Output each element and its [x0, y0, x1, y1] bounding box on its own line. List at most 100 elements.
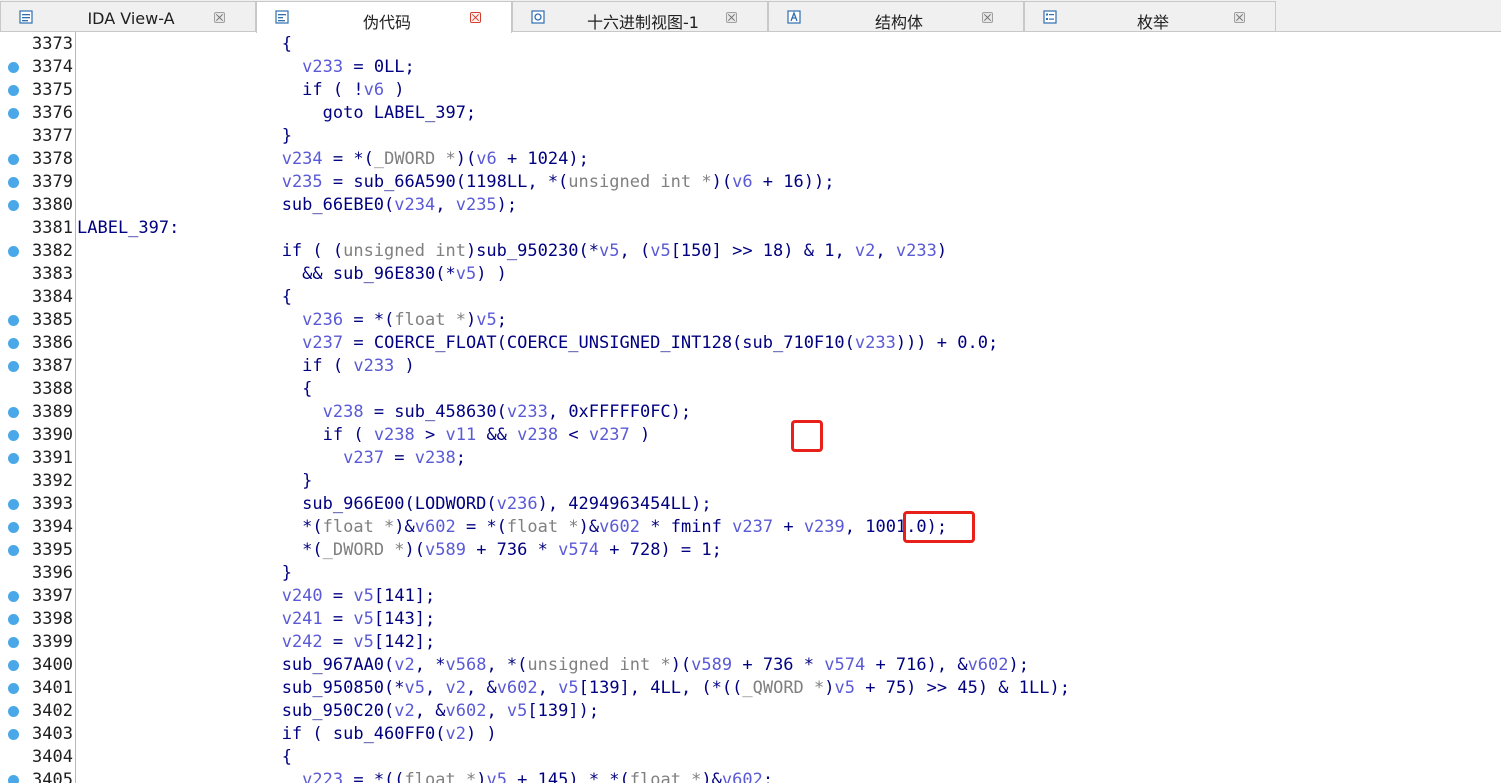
variable-token[interactable]: v237 [589, 425, 630, 445]
variable-token[interactable]: v602 [415, 517, 456, 537]
breakpoint-dot-icon[interactable] [8, 522, 19, 533]
variable-token[interactable]: v5 [558, 678, 578, 698]
code-line[interactable]: 3380 sub_66EBE0(v234, v235); [0, 194, 1501, 217]
code-line[interactable]: 3404 { [0, 746, 1501, 769]
tab-hex-view-1[interactable]: 十六进制视图-1 [512, 1, 768, 32]
variable-token[interactable]: v574 [558, 540, 599, 560]
variable-token[interactable]: v223 [302, 770, 343, 783]
code-line[interactable]: 3373 { [0, 33, 1501, 56]
code-line[interactable]: 3377 } [0, 125, 1501, 148]
breakpoint-dot-icon[interactable] [8, 154, 19, 165]
code-line[interactable]: 3403 if ( sub_460FF0(v2) ) [0, 723, 1501, 746]
breakpoint-dot-icon[interactable] [8, 591, 19, 602]
code-line[interactable]: 3397 v240 = v5[141]; [0, 585, 1501, 608]
variable-token[interactable]: v589 [691, 655, 732, 675]
variable-token[interactable]: v574 [824, 655, 865, 675]
code-line[interactable]: 3405 v223 = *((float *)v5 + 145) * *(flo… [0, 769, 1501, 783]
code-line[interactable]: 3398 v241 = v5[143]; [0, 608, 1501, 631]
variable-token[interactable]: v602 [968, 655, 1009, 675]
variable-token[interactable]: v238 [323, 402, 364, 422]
code-line[interactable]: 3376 goto LABEL_397; [0, 102, 1501, 125]
breakpoint-dot-icon[interactable] [8, 499, 19, 510]
code-line[interactable]: 3389 v238 = sub_458630(v233, 0xFFFFF0FC)… [0, 401, 1501, 424]
breakpoint-dot-icon[interactable] [8, 430, 19, 441]
code-line[interactable]: 3396 } [0, 562, 1501, 585]
code-line[interactable]: 3382 if ( (unsigned int)sub_950230(*v5, … [0, 240, 1501, 263]
breakpoint-dot-icon[interactable] [8, 729, 19, 740]
variable-token[interactable]: v233 [507, 402, 548, 422]
variable-token[interactable]: v233 [855, 333, 896, 353]
variable-token[interactable]: v239 [804, 517, 845, 537]
variable-token[interactable]: v602 [445, 701, 486, 721]
tab-ida-view-a[interactable]: IDA View-A [0, 1, 256, 31]
pseudocode-view[interactable]: 3373 {3374 v233 = 0LL; 3375 if ( !v6 ) 337… [0, 32, 1501, 783]
variable-token[interactable]: v233 [353, 356, 394, 376]
tab-structures[interactable]: 结构体 [768, 1, 1024, 32]
variable-token[interactable]: v602 [497, 678, 538, 698]
breakpoint-dot-icon[interactable] [8, 453, 19, 464]
variable-token[interactable]: v242 [282, 632, 323, 652]
variable-token[interactable]: v235 [282, 172, 323, 192]
variable-token[interactable]: v5 [353, 609, 373, 629]
variable-token[interactable]: v235 [456, 195, 497, 215]
variable-token[interactable]: v241 [282, 609, 323, 629]
breakpoint-dot-icon[interactable] [8, 361, 19, 372]
variable-token[interactable]: v2 [445, 724, 465, 744]
code-line[interactable]: 3392 } [0, 470, 1501, 493]
variable-token[interactable]: v5 [476, 310, 496, 330]
variable-token[interactable]: v11 [445, 425, 476, 445]
variable-token[interactable]: v6 [732, 172, 752, 192]
variable-token[interactable]: v240 [282, 586, 323, 606]
code-line[interactable]: 3395 *(_DWORD *)(v589 + 736 * v574 + 728… [0, 539, 1501, 562]
variable-token[interactable]: v602 [722, 770, 763, 783]
variable-token[interactable]: v238 [374, 425, 415, 445]
breakpoint-dot-icon[interactable] [8, 62, 19, 73]
code-line[interactable]: 3399 v242 = v5[142]; [0, 631, 1501, 654]
code-line[interactable]: 3378 v234 = *(_DWORD *)(v6 + 1024); [0, 148, 1501, 171]
code-line[interactable]: 3375 if ( !v6 ) [0, 79, 1501, 102]
code-line[interactable]: 3402 sub_950C20(v2, &v602, v5[139]); [0, 700, 1501, 723]
close-icon[interactable] [214, 12, 225, 23]
code-line[interactable]: 3387 if ( v233 ) [0, 355, 1501, 378]
breakpoint-dot-icon[interactable] [8, 200, 19, 211]
breakpoint-dot-icon[interactable] [8, 315, 19, 326]
code-line[interactable]: 3384 { [0, 286, 1501, 309]
variable-token[interactable]: v5 [486, 770, 506, 783]
variable-token[interactable]: v6 [476, 149, 496, 169]
variable-token[interactable]: v5 [507, 701, 527, 721]
variable-token[interactable]: v602 [599, 517, 640, 537]
variable-token[interactable]: v5 [405, 678, 425, 698]
variable-token[interactable]: v238 [517, 425, 558, 445]
code-line[interactable]: 3388 { [0, 378, 1501, 401]
code-line[interactable]: 3385 v236 = *(float *)v5; [0, 309, 1501, 332]
tab-pseudocode[interactable]: 伪代码 [256, 1, 512, 33]
variable-token[interactable]: v6 [364, 80, 384, 100]
variable-token[interactable]: v238 [415, 448, 456, 468]
close-icon[interactable] [1234, 12, 1245, 23]
code-line[interactable]: 3391 v237 = v238; [0, 447, 1501, 470]
tab-enums[interactable]: 枚举 [1024, 1, 1276, 32]
code-line[interactable]: 3394 *(float *)&v602 = *(float *)&v602 *… [0, 516, 1501, 539]
code-line[interactable]: 3401 sub_950850(*v5, v2, &v602, v5[139],… [0, 677, 1501, 700]
variable-token[interactable]: v234 [282, 149, 323, 169]
code-line[interactable]: 3390 if ( v238 > v11 && v238 < v237 ) [0, 424, 1501, 447]
variable-token[interactable]: v5 [599, 241, 619, 261]
variable-token[interactable]: v5 [353, 632, 373, 652]
variable-token[interactable]: v236 [302, 310, 343, 330]
code-line[interactable]: 3393 sub_966E00(LODWORD(v236), 429496345… [0, 493, 1501, 516]
breakpoint-dot-icon[interactable] [8, 775, 19, 783]
code-line[interactable]: 3386 v237 = COERCE_FLOAT(COERCE_UNSIGNED… [0, 332, 1501, 355]
variable-token[interactable]: v237 [302, 333, 343, 353]
variable-token[interactable]: v2 [445, 678, 465, 698]
breakpoint-dot-icon[interactable] [8, 660, 19, 671]
breakpoint-dot-icon[interactable] [8, 545, 19, 556]
breakpoint-dot-icon[interactable] [8, 683, 19, 694]
breakpoint-dot-icon[interactable] [8, 177, 19, 188]
breakpoint-dot-icon[interactable] [8, 85, 19, 96]
variable-token[interactable]: v234 [394, 195, 435, 215]
variable-token[interactable]: v233 [896, 241, 937, 261]
code-line[interactable]: 3374 v233 = 0LL; [0, 56, 1501, 79]
breakpoint-dot-icon[interactable] [8, 407, 19, 418]
breakpoint-dot-icon[interactable] [8, 706, 19, 717]
variable-token[interactable]: v2 [394, 655, 414, 675]
